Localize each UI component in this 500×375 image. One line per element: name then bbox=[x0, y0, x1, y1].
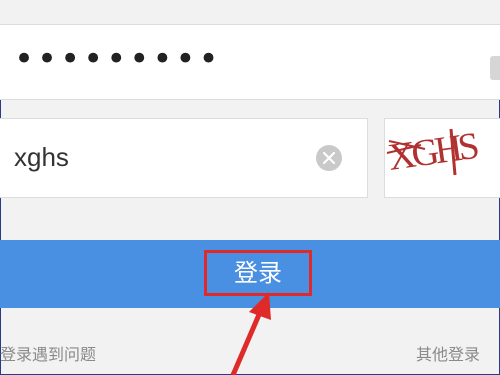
top-area bbox=[0, 0, 500, 24]
password-field[interactable]: ••••••••• bbox=[0, 24, 500, 100]
other-login-link[interactable]: 其他登录 bbox=[416, 344, 480, 366]
annotation-arrow bbox=[230, 292, 271, 375]
captcha-value: xghs bbox=[14, 142, 69, 172]
clear-button[interactable] bbox=[316, 145, 342, 171]
scrollbar-handle[interactable] bbox=[490, 56, 500, 80]
login-button-label: 登录 bbox=[234, 259, 282, 287]
captcha-image[interactable]: XGHS bbox=[384, 118, 500, 198]
captcha-input[interactable]: xghs bbox=[0, 118, 368, 198]
password-value: ••••••••• bbox=[14, 39, 222, 79]
captcha-image-text: XGHS bbox=[386, 125, 480, 179]
captcha-picture: XGHS bbox=[386, 125, 480, 179]
clear-icon bbox=[323, 152, 335, 164]
login-problem-link[interactable]: 登录遇到问题 bbox=[0, 344, 96, 366]
